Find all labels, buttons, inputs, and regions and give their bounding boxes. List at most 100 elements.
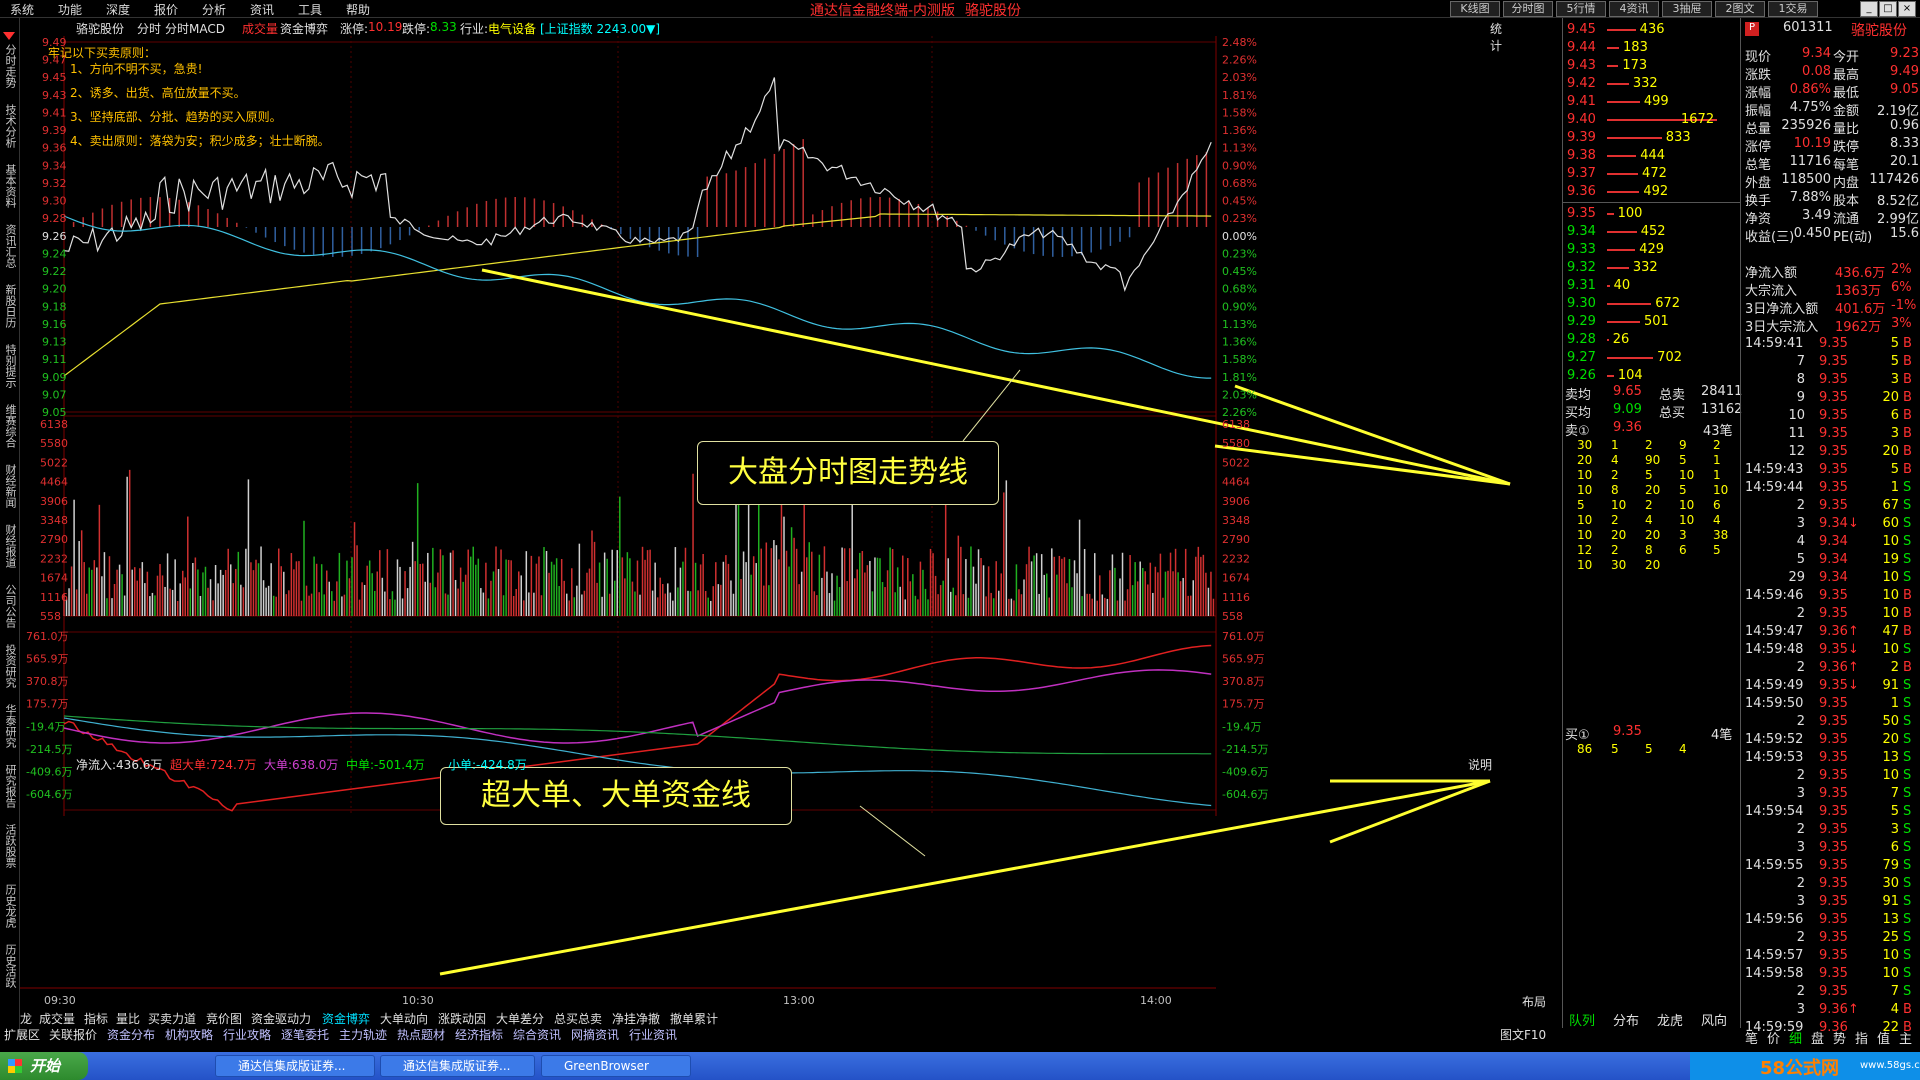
quote-tab[interactable]: 势 xyxy=(1833,1028,1846,1047)
indicator-tab[interactable]: 指标 xyxy=(84,1010,108,1027)
tick-price: 9.35 xyxy=(1819,462,1848,477)
panel-tab[interactable]: 风向 xyxy=(1701,1010,1727,1029)
task-greenbrowser[interactable]: GreenBrowser xyxy=(541,1055,691,1077)
indicator-tab[interactable]: 龙 xyxy=(20,1010,32,1027)
menu-system[interactable]: 系统 xyxy=(10,1,34,18)
extension-tab[interactable]: 行业资讯 xyxy=(629,1026,677,1043)
indicator-tab[interactable]: 买卖力道 xyxy=(148,1010,196,1027)
quote-label: 现价 xyxy=(1745,50,1772,65)
indicator-tab[interactable]: 总买总卖 xyxy=(554,1010,602,1027)
start-button[interactable]: 开始 xyxy=(0,1052,88,1080)
news-button[interactable]: 4资讯 xyxy=(1609,1,1659,17)
sell-level-bar xyxy=(1607,65,1619,67)
extension-tab[interactable]: 行业攻略 xyxy=(223,1026,271,1043)
quote-tab[interactable]: 值 xyxy=(1877,1028,1890,1047)
tick-time: 3 xyxy=(1796,516,1805,531)
extension-tab[interactable]: 扩展区 xyxy=(4,1026,40,1043)
chart-tab-macd[interactable]: 分时MACD xyxy=(165,20,225,37)
indicator-tab[interactable]: 量比 xyxy=(116,1010,140,1027)
menu-help[interactable]: 帮助 xyxy=(346,1,370,18)
leftnav-item[interactable]: 财经新闻 xyxy=(2,464,17,508)
leftnav-item[interactable]: 技术分析 xyxy=(2,104,17,148)
tick-time: 8 xyxy=(1796,372,1805,387)
volume-tick: 558 xyxy=(40,610,61,623)
leftnav-item[interactable]: 分时走势 xyxy=(2,44,17,88)
quote-tab[interactable]: 指 xyxy=(1855,1028,1868,1047)
queue-cell: 30 xyxy=(1611,558,1627,572)
quote-tab[interactable]: 细 xyxy=(1789,1028,1802,1047)
indicator-tab[interactable]: 大单动向 xyxy=(380,1010,428,1027)
sell-level-bar xyxy=(1607,191,1640,193)
extension-tab[interactable]: 逐笔委托 xyxy=(281,1026,329,1043)
flow-value: 1363万 xyxy=(1835,284,1882,299)
flow-explain-button[interactable]: 说明 xyxy=(1468,756,1492,773)
leftnav-item[interactable]: 研究报告 xyxy=(2,764,17,808)
leftnav-item[interactable]: 新股日历 xyxy=(2,284,17,328)
panel-tab[interactable]: 龙虎 xyxy=(1657,1010,1683,1029)
tick-price: 9.35 xyxy=(1819,858,1848,873)
menu-analysis[interactable]: 分析 xyxy=(202,1,226,18)
leftnav-item[interactable]: 资讯汇总 xyxy=(2,224,17,268)
indicator-tab[interactable]: 资金博弈 xyxy=(322,1010,370,1027)
extension-tab[interactable]: 机构攻略 xyxy=(165,1026,213,1043)
extension-tab[interactable]: 综合资讯 xyxy=(513,1026,561,1043)
indicator-tab[interactable]: 成交量 xyxy=(39,1010,75,1027)
indicator-tab[interactable]: 涨跌动因 xyxy=(438,1010,486,1027)
panel-tab[interactable]: 队列 xyxy=(1569,1010,1595,1029)
extension-tab[interactable]: 网摘资讯 xyxy=(571,1026,619,1043)
indicator-tab[interactable]: 撤单累计 xyxy=(670,1010,718,1027)
leftnav-item[interactable]: 财经报道 xyxy=(2,524,17,568)
indicator-tab[interactable]: 净挂净撤 xyxy=(612,1010,660,1027)
drawer-button[interactable]: 3抽屉 xyxy=(1662,1,1712,17)
trade-button[interactable]: 1交易 xyxy=(1768,1,1818,17)
tick-volume: 10 xyxy=(1882,642,1899,657)
tick-time: 14:59:46 xyxy=(1745,588,1804,603)
quote-tab[interactable]: 笔 xyxy=(1745,1028,1758,1047)
leftnav-item[interactable]: 华泰研究 xyxy=(2,704,17,748)
minimize-icon[interactable]: _ xyxy=(1860,1,1878,17)
tick-time: 14:59:48 xyxy=(1745,642,1804,657)
indicator-tab[interactable]: 竞价图 xyxy=(206,1010,242,1027)
layout-button[interactable]: 布局 xyxy=(1522,993,1546,1010)
maximize-icon[interactable]: □ xyxy=(1879,1,1897,17)
panel-tab[interactable]: 分布 xyxy=(1613,1010,1639,1029)
leftnav-item[interactable]: 公司公告 xyxy=(2,584,17,628)
indicator-tab[interactable]: 资金驱动力 xyxy=(251,1010,311,1027)
quote-tab[interactable]: 主 xyxy=(1899,1028,1912,1047)
tick-price: 9.35 xyxy=(1819,750,1848,765)
leftnav-item[interactable]: 历史龙虎 xyxy=(2,884,17,928)
leftnav-item[interactable]: 维赛综合 xyxy=(2,404,17,448)
menu-function[interactable]: 功能 xyxy=(58,1,82,18)
quote-tab[interactable]: 盘 xyxy=(1811,1028,1824,1047)
leftnav-item[interactable]: 特别提示 xyxy=(2,344,17,388)
quote-value: 8.52亿 xyxy=(1877,194,1919,209)
leftnav-item[interactable]: 活跃股票 xyxy=(2,824,17,868)
chart-tab-intraday[interactable]: 分时 xyxy=(137,20,161,37)
task-tdx-2[interactable]: 通达信集成版证券... xyxy=(380,1055,535,1077)
indicator-tab[interactable]: 大单差分 xyxy=(496,1010,544,1027)
f10-button[interactable]: 图文F10 xyxy=(1500,1026,1546,1043)
price-tick: 9.11 xyxy=(42,353,67,366)
task-tdx-1[interactable]: 通达信集成版证券... xyxy=(215,1055,375,1077)
level5-button[interactable]: 5行情 xyxy=(1556,1,1606,17)
menu-tools[interactable]: 工具 xyxy=(298,1,322,18)
menu-depth[interactable]: 深度 xyxy=(106,1,130,18)
leftnav-item[interactable]: 历史活跃 xyxy=(2,944,17,988)
leftnav-item[interactable]: 投资研究 xyxy=(2,644,17,688)
graphic-button[interactable]: 2图文 xyxy=(1715,1,1765,17)
menu-quote[interactable]: 报价 xyxy=(154,1,178,18)
quote-tab[interactable]: 价 xyxy=(1767,1028,1780,1047)
kline-button[interactable]: K线图 xyxy=(1450,1,1500,17)
index-quote[interactable]: [上证指数 2243.00▼] xyxy=(540,20,660,37)
tick-time: 10 xyxy=(1788,408,1805,423)
extension-tab[interactable]: 主力轨迹 xyxy=(339,1026,387,1043)
close-icon[interactable]: × xyxy=(1898,1,1916,17)
extension-tab[interactable]: 经济指标 xyxy=(455,1026,503,1043)
extension-tab[interactable]: 关联报价 xyxy=(49,1026,97,1043)
intraday-button[interactable]: 分时图 xyxy=(1503,1,1553,17)
extension-tab[interactable]: 资金分布 xyxy=(107,1026,155,1043)
leftnav-item[interactable]: 基本资料 xyxy=(2,164,17,208)
collapse-arrow-icon[interactable] xyxy=(3,32,15,40)
extension-tab[interactable]: 热点题材 xyxy=(397,1026,445,1043)
menu-news[interactable]: 资讯 xyxy=(250,1,274,18)
